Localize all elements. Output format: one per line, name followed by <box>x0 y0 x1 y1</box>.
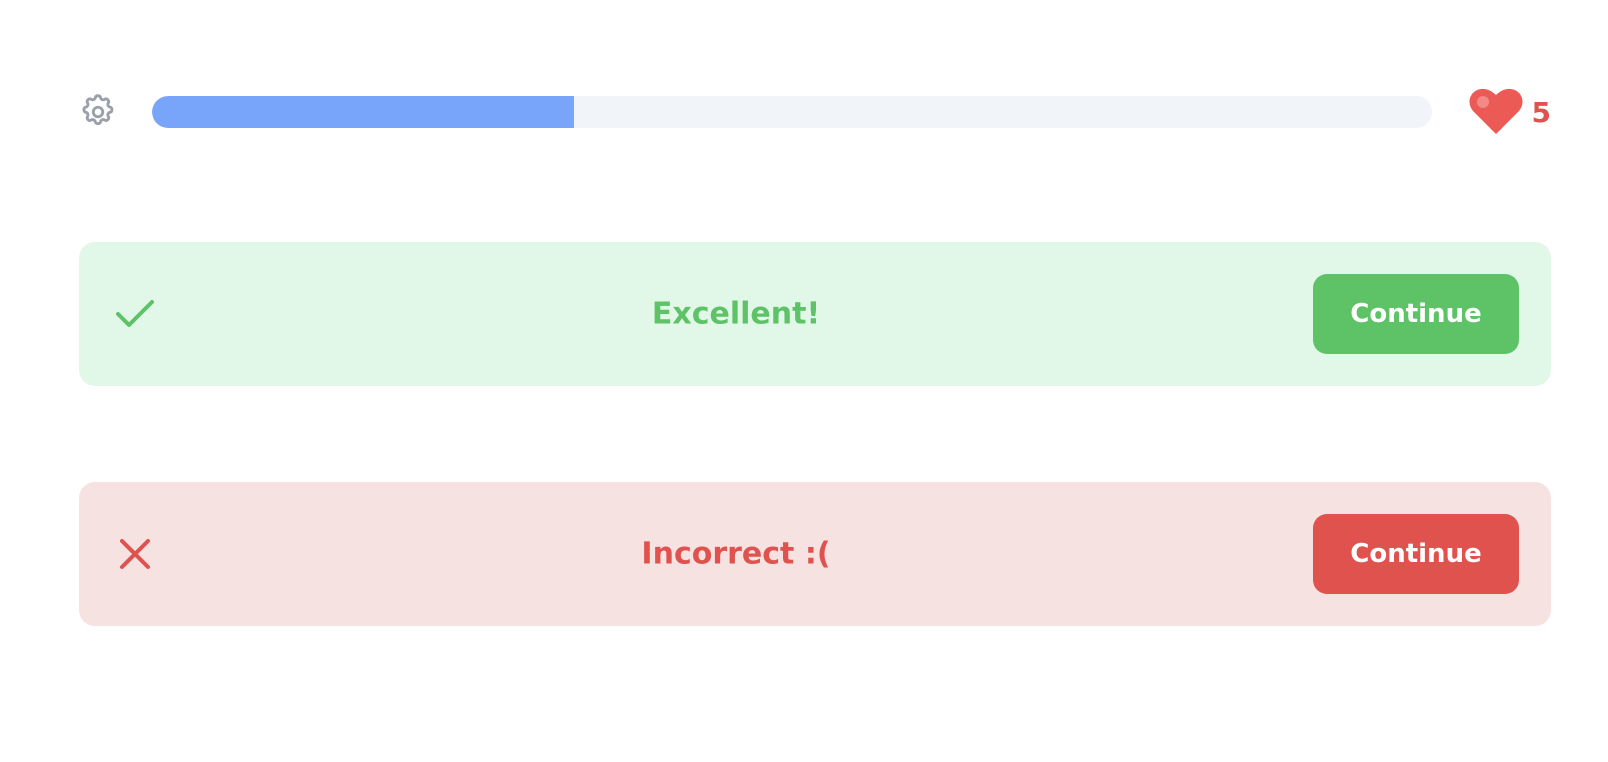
lives-counter: 5 <box>1468 88 1551 136</box>
lesson-progress-bar <box>152 96 1432 128</box>
lesson-header: 5 <box>79 88 1551 136</box>
heart-icon <box>1469 88 1523 134</box>
success-message: Excellent! <box>651 296 821 332</box>
error-message: Incorrect :( <box>641 536 831 572</box>
continue-button[interactable]: Continue <box>1313 274 1519 354</box>
lesson-progress-fill <box>152 96 575 128</box>
gear-icon[interactable] <box>79 93 117 131</box>
continue-button[interactable]: Continue <box>1313 514 1519 594</box>
success-feedback-banner: Excellent! Continue <box>79 242 1551 386</box>
error-feedback-banner: Incorrect :( Continue <box>79 482 1551 626</box>
lives-count: 5 <box>1531 95 1551 129</box>
